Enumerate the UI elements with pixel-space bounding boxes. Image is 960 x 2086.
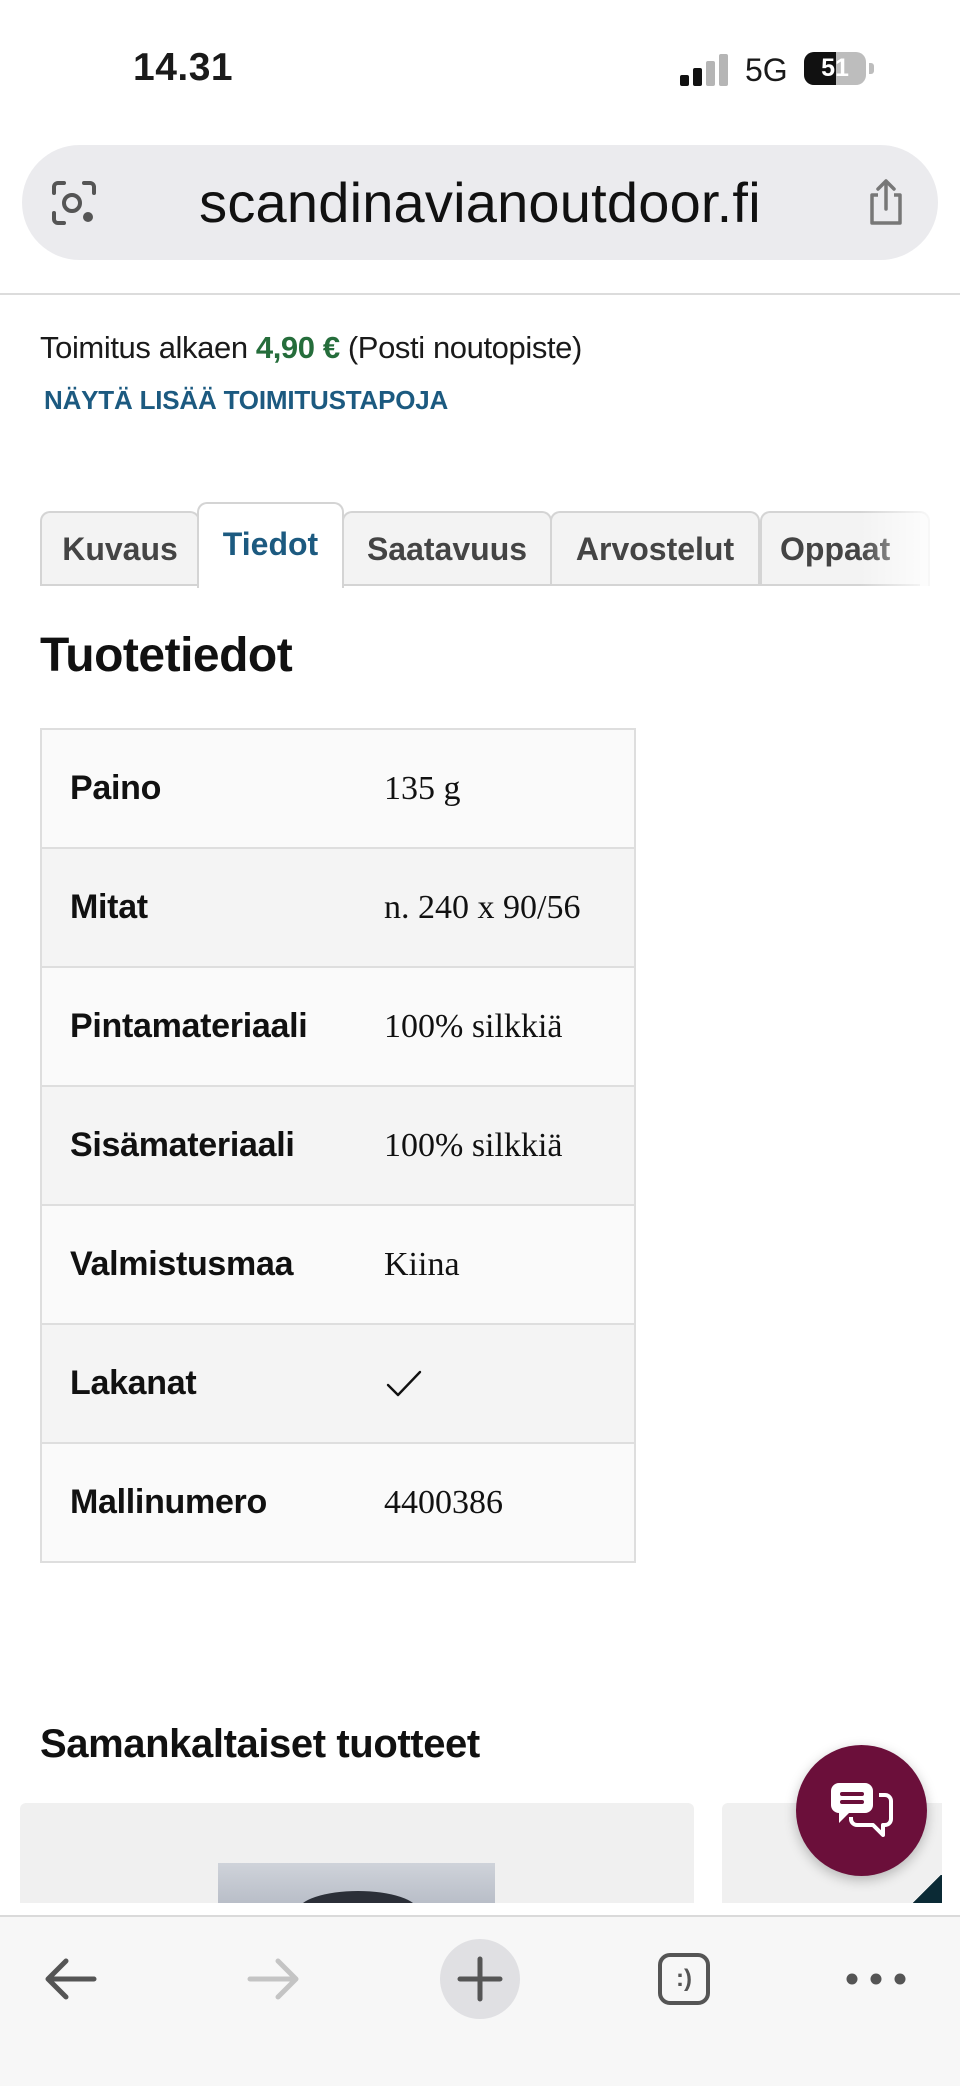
delivery-price: 4,90 € [255,330,340,365]
signal-strength-icon [680,54,730,86]
spec-key: Lakanat [70,1364,197,1402]
spec-key: Mallinumero [70,1483,267,1521]
more-menu-button[interactable] [836,1939,916,2019]
camera-lens-icon[interactable] [46,175,102,231]
status-time: 14.31 [133,46,234,89]
product-image [218,1863,495,1903]
chat-bubbles-icon [831,1783,893,1837]
forward-button[interactable] [234,1939,314,2019]
network-type: 5G [745,52,788,88]
browser-toolbar: :) [0,1915,960,2086]
battery-cap [869,63,874,74]
checkmark-icon [386,1370,422,1396]
arrow-right-icon [247,1958,299,2000]
tab-switcher-icon: :) [658,1953,710,2005]
spec-key: Sisämateriaali [70,1126,295,1164]
spec-value: 100% silkkiä [384,1007,563,1045]
product-details-table: Paino 135 g Mitat n. 240 x 90/56 Pintama… [40,728,636,1563]
delivery-suffix: (Posti noutopiste) [339,330,582,365]
url-text[interactable]: scandinavianoutdoor.fi [22,145,938,260]
share-icon[interactable] [858,175,914,231]
status-bar: 14.31 5G 51 [0,0,960,135]
spec-key: Pintamateriaali [70,1007,308,1045]
arrow-left-icon [45,1958,97,2000]
table-row: Pintamateriaali 100% silkkiä [42,966,634,1085]
spec-value: 100% silkkiä [384,1126,563,1164]
delivery-prefix: Toimitus alkaen [40,330,256,365]
more-dots-icon [846,1973,906,1985]
tab-kuvaus[interactable]: Kuvaus [40,511,200,586]
spec-key: Paino [70,769,162,807]
product-details-title: Tuotetiedot [40,629,293,682]
spec-key: Valmistusmaa [70,1245,294,1283]
plus-icon [457,1956,503,2002]
spec-value [384,1325,424,1442]
spec-value: n. 240 x 90/56 [384,888,581,926]
more-delivery-options-link[interactable]: NÄYTÄ LISÄÄ TOIMITUSTAPOJA [44,385,448,416]
spec-key: Mitat [70,888,148,926]
table-row: Lakanat [42,1323,634,1442]
tab-saatavuus[interactable]: Saatavuus [342,511,552,586]
spec-value: Kiina [384,1245,460,1283]
tab-oppaat[interactable]: Oppaat [760,511,930,586]
address-bar[interactable]: scandinavianoutdoor.fi [22,145,938,260]
chat-button[interactable] [796,1745,927,1876]
tab-arvostelut[interactable]: Arvostelut [550,511,760,586]
spec-value: 135 g [384,769,461,807]
product-image [912,1875,942,1903]
header-divider [0,293,960,295]
table-row: Mallinumero 4400386 [42,1442,634,1561]
back-button[interactable] [30,1939,110,2019]
similar-products-title: Samankaltaiset tuotteet [40,1722,480,1766]
table-row: Sisämateriaali 100% silkkiä [42,1085,634,1204]
new-tab-button[interactable] [440,1939,520,2019]
battery-icon: 51 [804,52,866,85]
product-card[interactable] [20,1803,694,1903]
spec-value: 4400386 [384,1483,503,1521]
tabs-baseline [40,584,920,586]
product-tabs: Kuvaus Tiedot Saatavuus Arvostelut Oppaa… [40,502,960,588]
table-row: Paino 135 g [42,730,634,847]
tab-switcher-button[interactable]: :) [644,1939,724,2019]
tab-tiedot[interactable]: Tiedot [197,502,344,588]
battery-percent: 51 [821,54,849,82]
delivery-info: Toimitus alkaen 4,90 € (Posti noutopiste… [40,330,582,366]
table-row: Mitat n. 240 x 90/56 [42,847,634,966]
table-row: Valmistusmaa Kiina [42,1204,634,1323]
